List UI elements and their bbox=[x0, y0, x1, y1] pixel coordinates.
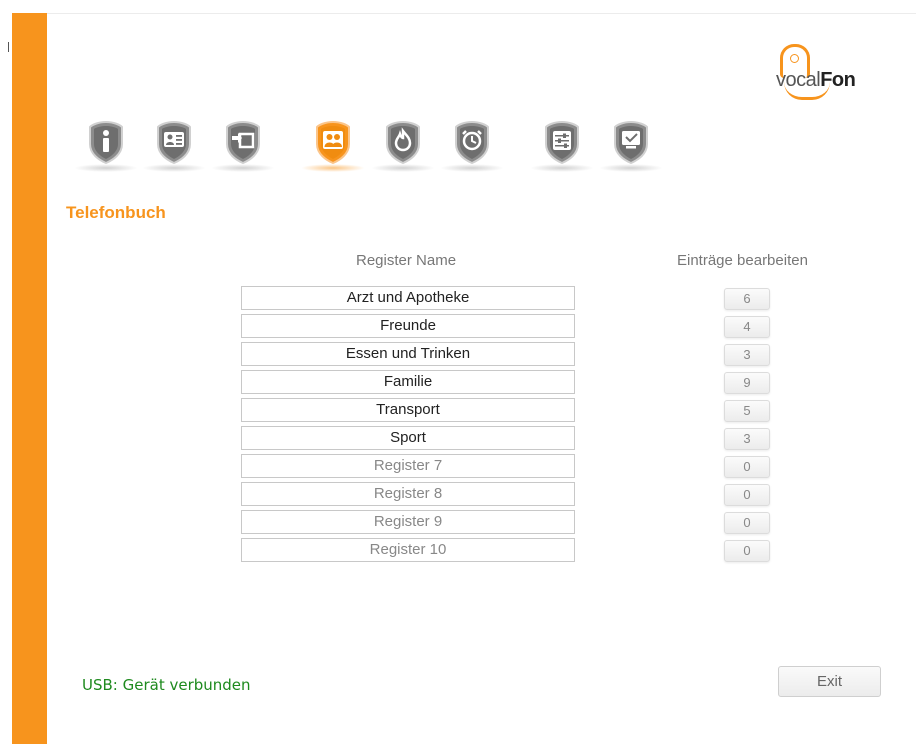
vocalfon-logo: vocalFon bbox=[772, 44, 872, 106]
nav-import[interactable] bbox=[211, 120, 275, 180]
nav-shadow bbox=[211, 164, 275, 172]
edit-entries-button[interactable]: 0 bbox=[724, 540, 770, 562]
column-header-register-name: Register Name bbox=[356, 252, 457, 269]
window-edge bbox=[0, 0, 12, 744]
register-name-field[interactable]: Register 10 bbox=[241, 538, 575, 562]
register-name-field[interactable]: Register 7 bbox=[241, 454, 575, 478]
nav-contact-card[interactable] bbox=[142, 120, 206, 180]
nav-shadow bbox=[371, 164, 435, 172]
edit-entries-button[interactable]: 4 bbox=[724, 316, 770, 338]
edit-entries-button[interactable]: 9 bbox=[724, 372, 770, 394]
edit-entries-button[interactable]: 0 bbox=[724, 484, 770, 506]
nav-shadow bbox=[301, 164, 365, 172]
register-name-field[interactable]: Essen und Trinken bbox=[241, 342, 575, 366]
register-name-field[interactable]: Sport bbox=[241, 426, 575, 450]
register-name-field[interactable]: Familie bbox=[241, 370, 575, 394]
register-name-field[interactable]: Freunde bbox=[241, 314, 575, 338]
register-name-field[interactable]: Arzt und Apotheke bbox=[241, 286, 575, 310]
section-title: Telefonbuch bbox=[66, 203, 166, 222]
nav-shadow bbox=[530, 164, 594, 172]
nav-shadow bbox=[440, 164, 504, 172]
edit-entries-button[interactable]: 0 bbox=[724, 512, 770, 534]
info-icon bbox=[89, 120, 123, 164]
exit-button[interactable]: Exit bbox=[778, 666, 881, 697]
nav-info[interactable] bbox=[74, 120, 138, 180]
nav-alarm[interactable] bbox=[440, 120, 504, 180]
register-name-field[interactable]: Register 9 bbox=[241, 510, 575, 534]
nav-phonebook[interactable] bbox=[301, 120, 365, 180]
usb-status: USB: Gerät verbunden bbox=[82, 676, 251, 694]
register-name-field[interactable]: Register 8 bbox=[241, 482, 575, 506]
alarm-clock-icon bbox=[455, 120, 489, 164]
edit-entries-button[interactable]: 3 bbox=[724, 428, 770, 450]
display-icon bbox=[614, 120, 648, 164]
nav-display[interactable] bbox=[599, 120, 663, 180]
column-header-edit-entries: Einträge bearbeiten bbox=[677, 252, 808, 269]
nav-shadow bbox=[599, 164, 663, 172]
logo-dot-graphic bbox=[790, 54, 799, 63]
nav-shadow bbox=[74, 164, 138, 172]
edit-entries-button[interactable]: 5 bbox=[724, 400, 770, 422]
register-name-field[interactable]: Transport bbox=[241, 398, 575, 422]
contact-card-icon bbox=[157, 120, 191, 164]
emergency-icon bbox=[386, 120, 420, 164]
nav-emergency[interactable] bbox=[371, 120, 435, 180]
top-divider bbox=[47, 13, 916, 14]
accent-sidebar bbox=[12, 13, 47, 744]
edge-marker bbox=[8, 42, 9, 52]
settings-sliders-icon bbox=[545, 120, 579, 164]
edit-entries-button[interactable]: 0 bbox=[724, 456, 770, 478]
edit-entries-button[interactable]: 6 bbox=[724, 288, 770, 310]
import-icon bbox=[226, 120, 260, 164]
nav-shadow bbox=[142, 164, 206, 172]
phonebook-icon bbox=[316, 120, 350, 164]
nav-settings[interactable] bbox=[530, 120, 594, 180]
logo-smile-graphic bbox=[784, 82, 830, 100]
edit-entries-button[interactable]: 3 bbox=[724, 344, 770, 366]
